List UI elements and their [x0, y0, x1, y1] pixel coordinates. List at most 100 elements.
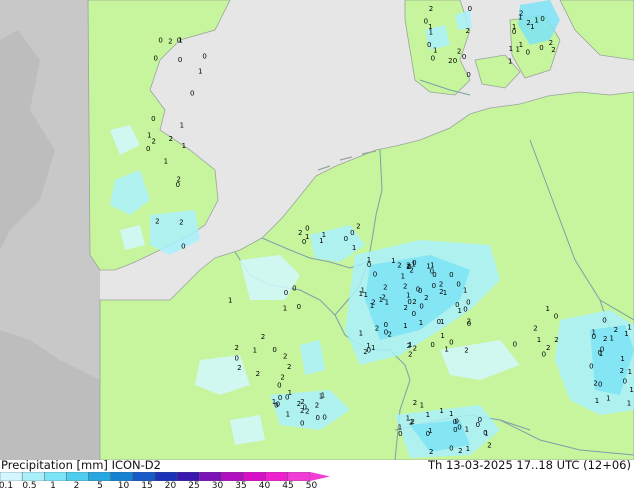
marker-184: 1 — [198, 67, 202, 75]
marker-209: 2 — [298, 229, 302, 237]
scale-segment-10 — [221, 472, 244, 481]
marker-39: 0 — [449, 338, 453, 346]
marker-167: 2 — [151, 137, 155, 145]
marker-106: 1 — [449, 410, 453, 418]
marker-176: 1 — [164, 157, 168, 165]
marker-90: 0 — [623, 378, 627, 386]
marker-71: 1 — [628, 368, 632, 376]
scale-arrow — [310, 472, 330, 481]
marker-188: 0 — [272, 346, 276, 354]
marker-147: 0 — [512, 28, 516, 36]
marker-197: 0 — [292, 285, 296, 293]
scale-segment-9 — [199, 472, 222, 481]
scale-segment-11 — [243, 472, 266, 481]
marker-198: 0 — [284, 289, 288, 297]
marker-218: 0 — [513, 341, 517, 349]
marker-30: 1 — [359, 290, 363, 298]
scale-segment-6 — [132, 472, 156, 481]
marker-155: 0 — [468, 5, 472, 13]
marker-69: 1 — [401, 272, 405, 280]
marker-138: 1 — [509, 45, 513, 53]
marker-207: 0 — [305, 224, 309, 232]
marker-192: 2 — [256, 370, 260, 378]
marker-199: 2 — [287, 363, 291, 371]
marker-0: 0 — [412, 310, 416, 318]
marker-88: 0 — [600, 346, 604, 354]
marker-169: 2 — [155, 217, 159, 225]
marker-179: 1 — [147, 132, 151, 140]
marker-191: 2 — [280, 374, 284, 382]
marker-20: 1 — [463, 287, 467, 295]
marker-86: 0 — [592, 333, 596, 341]
marker-152: 2 — [429, 5, 433, 13]
marker-91: 2 — [614, 326, 618, 334]
marker-3: 2 — [403, 282, 407, 290]
marker-43: 0 — [373, 271, 377, 279]
marker-196: 1 — [283, 305, 287, 313]
marker-165: 0 — [431, 55, 435, 63]
marker-64: 1 — [363, 291, 367, 299]
scale-segment-1 — [21, 472, 45, 481]
marker-21: 2 — [412, 298, 416, 306]
scale-segment-8 — [176, 472, 200, 481]
marker-221: 1 — [545, 305, 549, 313]
marker-211: 0 — [350, 229, 354, 237]
marker-216: 2 — [533, 325, 537, 333]
marker-83: 1 — [609, 335, 613, 343]
marker-19: 1 — [403, 322, 407, 330]
marker-6: 0 — [419, 303, 423, 311]
marker-80: 2 — [593, 380, 597, 388]
marker-172: 2 — [169, 135, 173, 143]
legend-variable: Precipitation [mm] — [1, 458, 108, 472]
marker-140: 2 — [551, 46, 555, 54]
marker-210: 1 — [319, 237, 323, 245]
marker-164: 0 — [466, 71, 470, 79]
marker-52: 1 — [406, 292, 410, 300]
precipitation-color-scale — [0, 472, 330, 481]
marker-117: 0 — [483, 429, 487, 437]
marker-148: 1 — [508, 58, 512, 66]
marker-63: 2 — [407, 342, 411, 350]
scale-segment-3 — [66, 472, 89, 481]
legend-title: Precipitation [mm] ICON-D2 — [1, 458, 161, 472]
marker-110: 1 — [406, 414, 410, 422]
marker-115: 0 — [426, 430, 430, 438]
marker-132: 0 — [322, 413, 326, 421]
marker-37: 0 — [449, 271, 453, 279]
marker-201: 0 — [234, 355, 238, 363]
marker-95: 1 — [465, 425, 469, 433]
scale-segment-4 — [88, 472, 111, 481]
marker-162: 1 — [429, 28, 433, 36]
marker-219: 2 — [554, 336, 558, 344]
marker-160: 2 — [465, 27, 469, 35]
marker-68: 0 — [463, 305, 467, 313]
marker-135: 1 — [288, 389, 292, 397]
marker-200: 2 — [261, 333, 265, 341]
marker-47: 2 — [439, 288, 443, 296]
marker-142: 2 — [549, 39, 553, 47]
marker-189: 2 — [283, 353, 287, 361]
marker-181: 0 — [158, 37, 162, 45]
marker-178: 0 — [151, 115, 155, 123]
marker-111: 2 — [458, 447, 462, 455]
marker-70: 0 — [598, 381, 602, 389]
marker-51: 1 — [391, 257, 395, 265]
marker-53: 1 — [457, 307, 461, 315]
marker-131: 0 — [302, 404, 306, 412]
marker-28: 2 — [381, 293, 385, 301]
marker-136: 0 — [540, 15, 544, 23]
marker-206: 0 — [344, 235, 348, 243]
marker-130: 0 — [300, 419, 304, 427]
marker-66: 0 — [432, 271, 436, 279]
marker-76: 0 — [602, 317, 606, 325]
marker-118: 0 — [315, 414, 319, 422]
marker-44: 1 — [426, 263, 430, 271]
marker-143: 2 — [526, 19, 530, 27]
scale-segment-7 — [154, 472, 178, 481]
marker-180: 2 — [168, 38, 172, 46]
marker-212: 2 — [356, 223, 360, 231]
marker-173: 2 — [179, 219, 183, 227]
marker-195: 0 — [297, 303, 301, 311]
marker-220: 0 — [542, 351, 546, 359]
marker-65: 0 — [467, 320, 471, 328]
